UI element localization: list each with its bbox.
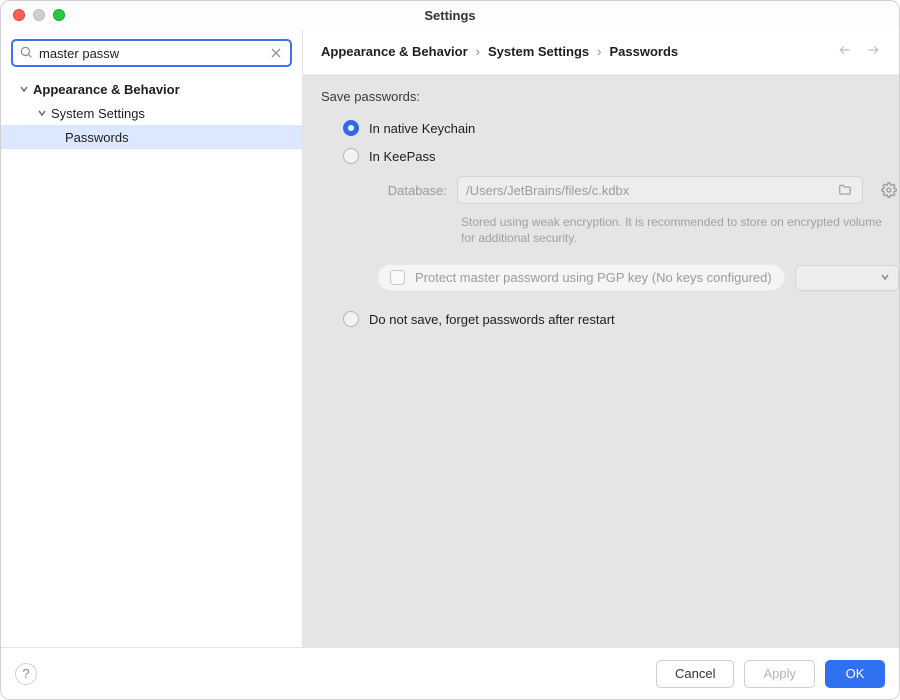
zoom-window-button[interactable] [53, 9, 65, 21]
radio-icon [343, 148, 359, 164]
titlebar: Settings [1, 1, 899, 29]
search-icon [19, 45, 33, 62]
radio-label: Do not save, forget passwords after rest… [369, 312, 615, 327]
radio-icon [343, 120, 359, 136]
tree-item-system-settings[interactable]: System Settings [1, 101, 302, 125]
settings-tree: Appearance & Behavior System Settings Pa… [1, 75, 302, 647]
help-icon: ? [22, 666, 29, 681]
pgp-key-select[interactable] [795, 265, 899, 291]
protect-checkbox-row[interactable]: Protect master password using PGP key (N… [377, 264, 785, 291]
breadcrumb-separator: › [597, 44, 601, 59]
section-label: Save passwords: [321, 89, 899, 104]
breadcrumb-segment[interactable]: Appearance & Behavior [321, 44, 468, 59]
apply-button[interactable]: Apply [744, 660, 815, 688]
back-icon[interactable] [837, 43, 853, 60]
footer: ? Cancel Apply OK [1, 647, 899, 699]
chevron-down-icon [880, 270, 890, 285]
database-hint: Stored using weak encryption. It is reco… [377, 210, 899, 258]
cancel-button[interactable]: Cancel [656, 660, 734, 688]
window-controls [1, 9, 65, 21]
radio-do-not-save[interactable]: Do not save, forget passwords after rest… [321, 305, 899, 333]
settings-panel: Save passwords: In native Keychain In Ke… [303, 75, 899, 647]
radio-native-keychain[interactable]: In native Keychain [321, 114, 899, 142]
window-title: Settings [1, 8, 899, 23]
minimize-window-button[interactable] [33, 9, 45, 21]
tree-item-label: System Settings [51, 106, 145, 121]
radio-icon [343, 311, 359, 327]
sidebar: Appearance & Behavior System Settings Pa… [1, 29, 303, 647]
gear-icon[interactable] [879, 182, 899, 198]
breadcrumb-nav [837, 43, 881, 60]
main: Appearance & Behavior › System Settings … [303, 29, 899, 647]
chevron-down-icon [35, 106, 49, 120]
protect-label: Protect master password using PGP key (N… [415, 270, 772, 285]
close-window-button[interactable] [13, 9, 25, 21]
breadcrumb-segment[interactable]: System Settings [488, 44, 589, 59]
radio-label: In native Keychain [369, 121, 475, 136]
folder-icon[interactable] [836, 183, 854, 197]
chevron-down-icon [17, 82, 31, 96]
checkbox-icon [390, 270, 405, 285]
forward-icon[interactable] [865, 43, 881, 60]
radio-keepass[interactable]: In KeePass [321, 142, 899, 170]
clear-search-button[interactable] [268, 45, 284, 61]
breadcrumb: Appearance & Behavior › System Settings … [303, 29, 899, 75]
content: Appearance & Behavior System Settings Pa… [1, 29, 899, 647]
tree-item-label: Passwords [65, 130, 129, 145]
ok-button[interactable]: OK [825, 660, 885, 688]
tree-item-label: Appearance & Behavior [33, 82, 180, 97]
search-row [1, 29, 302, 75]
breadcrumb-separator: › [476, 44, 480, 59]
tree-item-appearance-behavior[interactable]: Appearance & Behavior [1, 77, 302, 101]
protect-row: Protect master password using PGP key (N… [377, 258, 899, 297]
database-field[interactable]: /Users/JetBrains/files/c.kdbx [457, 176, 863, 204]
database-row: Database: /Users/JetBrains/files/c.kdbx [377, 170, 899, 210]
settings-window: Settings Appe [0, 0, 900, 700]
tree-item-passwords[interactable]: Passwords [1, 125, 302, 149]
help-button[interactable]: ? [15, 663, 37, 685]
search-box[interactable] [11, 39, 292, 67]
search-input[interactable] [33, 46, 268, 61]
breadcrumb-segment[interactable]: Passwords [610, 44, 679, 59]
database-label: Database: [377, 183, 447, 198]
database-path: /Users/JetBrains/files/c.kdbx [466, 183, 836, 198]
radio-label: In KeePass [369, 149, 436, 164]
